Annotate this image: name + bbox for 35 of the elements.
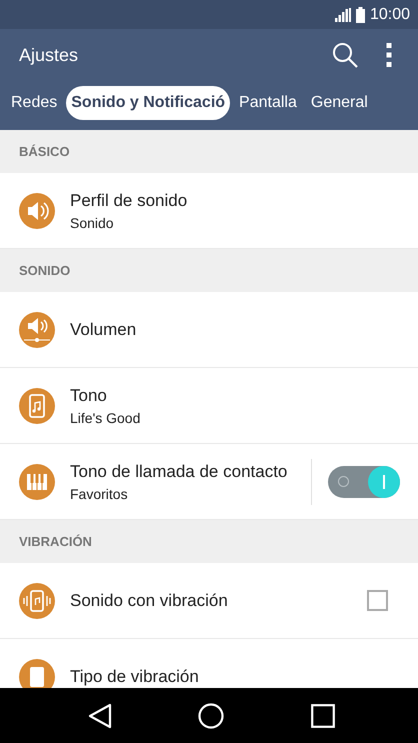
settings-row[interactable]: Tono Life's Good <box>0 368 418 444</box>
tab[interactable]: General <box>306 86 373 120</box>
recents-icon[interactable] <box>310 704 335 728</box>
section-header: BÁSICO <box>0 130 418 173</box>
clock: 10:00 <box>370 6 410 24</box>
row-title: Tono de llamada de contacto <box>70 461 288 483</box>
tab[interactable]: Redes <box>6 86 62 120</box>
settings-row[interactable]: Sonido con vibración <box>0 563 418 639</box>
row-title: Sonido con vibración <box>70 590 229 612</box>
tab[interactable]: Sonido y Notificació <box>66 86 230 120</box>
row-subtitle: Life's Good <box>70 410 142 426</box>
row-subtitle: Favoritos <box>70 486 129 502</box>
checkbox[interactable] <box>367 590 388 611</box>
home-icon[interactable] <box>198 702 224 728</box>
toggle-switch[interactable] <box>328 466 400 498</box>
piano-keys-icon <box>19 464 55 500</box>
row-title: Tipo de vibración <box>70 666 200 688</box>
menu-icon[interactable] <box>386 43 392 67</box>
search-icon[interactable] <box>332 42 358 68</box>
tab[interactable]: Pantalla <box>234 86 302 120</box>
row-subtitle: Sonido <box>70 215 115 231</box>
row-title: Volumen <box>70 318 138 340</box>
vibrating-phone-icon <box>19 582 55 618</box>
section-header: VIBRACIÓN <box>0 520 418 563</box>
signal-icon <box>334 8 351 22</box>
back-icon[interactable] <box>88 702 112 728</box>
screen-title: Ajustes <box>19 44 78 66</box>
battery-icon <box>356 6 365 22</box>
speaker-icon <box>19 192 55 228</box>
speaker-icon <box>19 312 55 348</box>
row-title: Perfil de sonido <box>70 190 188 212</box>
row-title: Tono <box>70 385 108 407</box>
phone-music-icon <box>19 388 55 424</box>
settings-row[interactable]: Volumen <box>0 292 418 368</box>
section-header: SONIDO <box>0 249 418 292</box>
